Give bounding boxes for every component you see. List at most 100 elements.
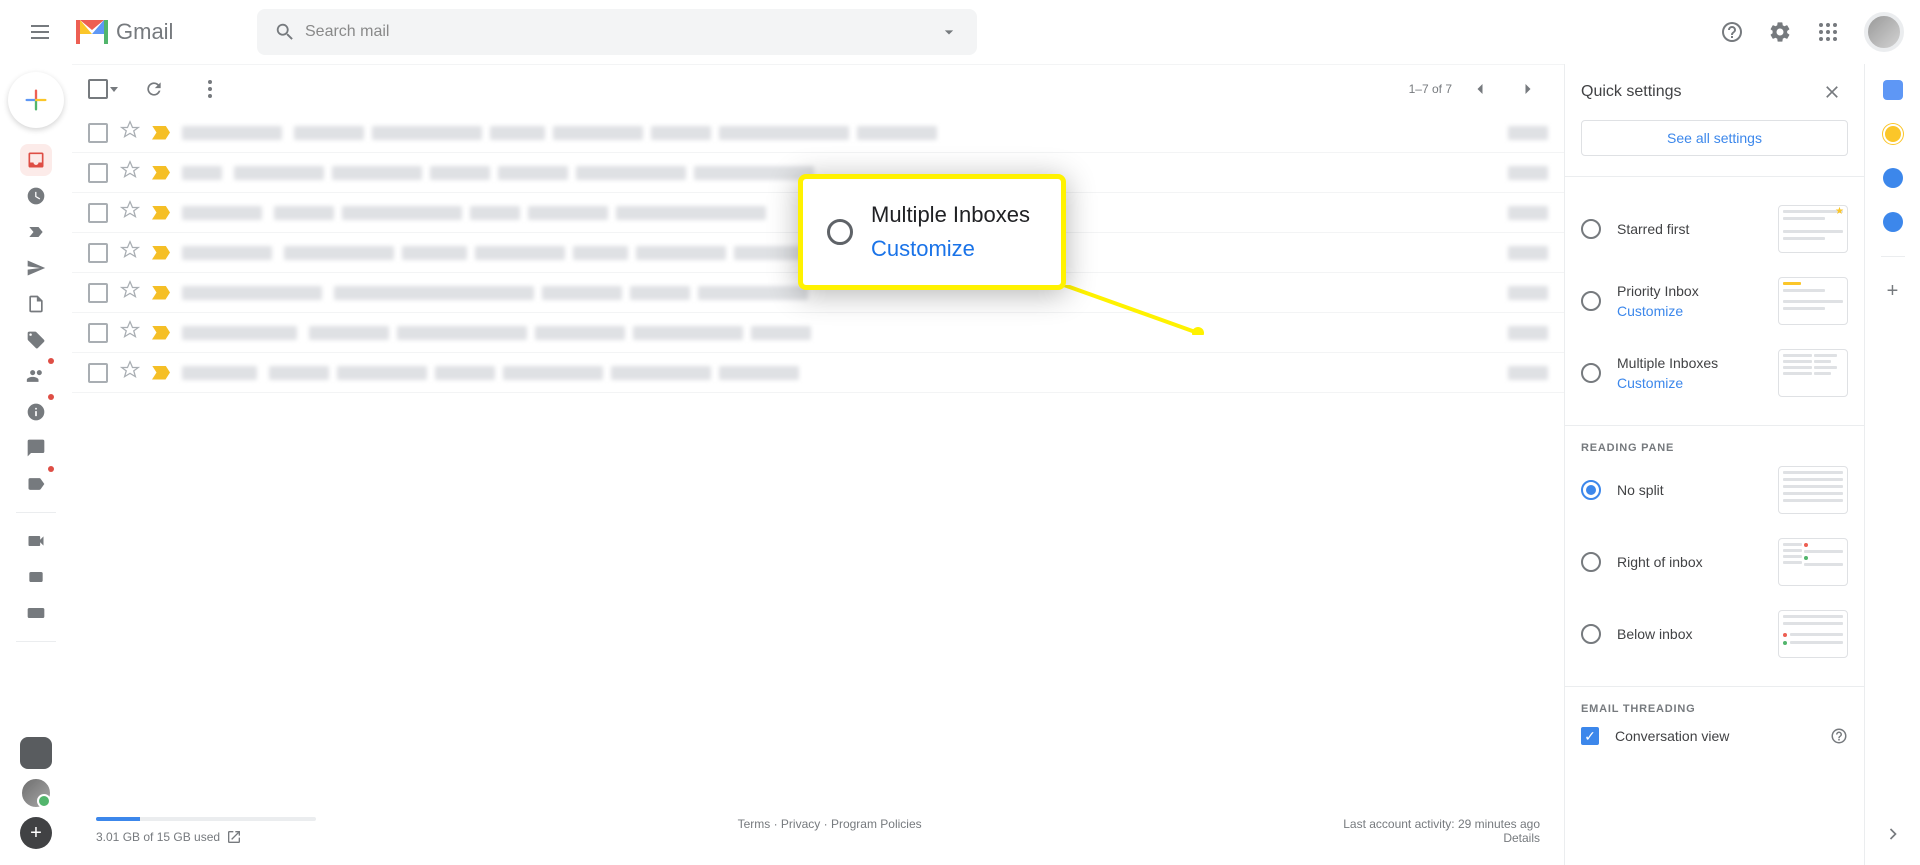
contacts-icon[interactable] bbox=[1883, 212, 1903, 232]
mail-toolbar: 1–7 of 7 bbox=[72, 65, 1564, 113]
customize-link[interactable]: Customize bbox=[1617, 303, 1762, 319]
star-icon[interactable] bbox=[120, 320, 140, 345]
see-all-settings-button[interactable]: See all settings bbox=[1581, 120, 1848, 156]
search-options-icon[interactable] bbox=[929, 22, 969, 42]
storage-text: 3.01 GB of 15 GB used bbox=[96, 830, 220, 844]
account-avatar[interactable] bbox=[1864, 12, 1904, 52]
customize-link[interactable]: Customize bbox=[1617, 375, 1762, 391]
star-icon[interactable] bbox=[120, 360, 140, 385]
star-icon[interactable] bbox=[120, 240, 140, 265]
row-checkbox[interactable] bbox=[88, 323, 108, 343]
categories-nav-icon[interactable] bbox=[20, 324, 52, 356]
support-icon[interactable] bbox=[1712, 12, 1752, 52]
radio-icon[interactable] bbox=[1581, 552, 1601, 572]
important-icon[interactable] bbox=[152, 366, 170, 380]
search-icon[interactable] bbox=[265, 12, 305, 52]
radio-icon[interactable] bbox=[1581, 624, 1601, 644]
show-side-panel-icon[interactable] bbox=[1883, 824, 1903, 849]
policies-link[interactable]: Program Policies bbox=[831, 817, 922, 831]
main-menu-button[interactable] bbox=[16, 8, 64, 56]
select-all-checkbox[interactable] bbox=[88, 79, 108, 99]
info-nav-icon[interactable] bbox=[20, 396, 52, 428]
label-nav-icon[interactable] bbox=[20, 468, 52, 500]
starred-first-option[interactable]: Starred first bbox=[1581, 193, 1848, 265]
keep-icon[interactable] bbox=[1883, 124, 1903, 144]
gmail-logo[interactable]: Gmail bbox=[76, 12, 185, 52]
email-row[interactable] bbox=[72, 313, 1564, 353]
footer: 3.01 GB of 15 GB used Terms · Privacy · … bbox=[72, 717, 1564, 865]
storage-bar bbox=[96, 817, 316, 821]
email-threading-heading: EMAIL THREADING bbox=[1581, 703, 1848, 715]
new-chat-button[interactable]: + bbox=[20, 817, 52, 849]
important-icon[interactable] bbox=[152, 326, 170, 340]
row-checkbox[interactable] bbox=[88, 163, 108, 183]
search-input[interactable] bbox=[305, 23, 929, 41]
row-checkbox[interactable] bbox=[88, 203, 108, 223]
important-icon[interactable] bbox=[152, 246, 170, 260]
row-checkbox[interactable] bbox=[88, 363, 108, 383]
important-icon[interactable] bbox=[152, 166, 170, 180]
meet-nav-icon[interactable] bbox=[20, 525, 52, 557]
newer-button[interactable] bbox=[1460, 69, 1500, 109]
open-link-icon[interactable] bbox=[226, 829, 242, 845]
rooms-nav-icon[interactable] bbox=[20, 561, 52, 593]
multiple-inboxes-option[interactable]: Multiple Inboxes Customize bbox=[1581, 337, 1848, 409]
refresh-button[interactable] bbox=[134, 69, 174, 109]
details-link[interactable]: Details bbox=[1503, 831, 1540, 845]
apps-icon[interactable] bbox=[1808, 12, 1848, 52]
row-checkbox[interactable] bbox=[88, 123, 108, 143]
important-icon[interactable] bbox=[152, 286, 170, 300]
row-checkbox[interactable] bbox=[88, 283, 108, 303]
chat-nav-icon[interactable] bbox=[20, 432, 52, 464]
radio-icon[interactable] bbox=[1581, 480, 1601, 500]
activity-text: Last account activity: 29 minutes ago bbox=[1343, 817, 1540, 831]
right-rail: + bbox=[1864, 64, 1920, 865]
star-icon[interactable] bbox=[120, 160, 140, 185]
tasks-icon[interactable] bbox=[1883, 168, 1903, 188]
right-of-inbox-option[interactable]: Right of inbox bbox=[1581, 526, 1848, 598]
conversation-view-option[interactable]: ✓ Conversation view bbox=[1581, 715, 1848, 757]
calendar-icon[interactable] bbox=[1883, 80, 1903, 100]
important-nav-icon[interactable] bbox=[20, 216, 52, 248]
select-dropdown-icon[interactable] bbox=[110, 87, 118, 92]
important-icon[interactable] bbox=[152, 206, 170, 220]
snoozed-nav-icon[interactable] bbox=[20, 180, 52, 212]
inbox-nav-icon[interactable] bbox=[20, 144, 52, 176]
checkbox-icon[interactable]: ✓ bbox=[1581, 727, 1599, 745]
no-split-option[interactable]: No split bbox=[1581, 454, 1848, 526]
older-button[interactable] bbox=[1508, 69, 1548, 109]
radio-icon[interactable] bbox=[1581, 219, 1601, 239]
privacy-link[interactable]: Privacy bbox=[781, 817, 820, 831]
row-checkbox[interactable] bbox=[88, 243, 108, 263]
keyboard-nav-icon[interactable] bbox=[20, 597, 52, 629]
email-row[interactable] bbox=[72, 113, 1564, 153]
more-button[interactable] bbox=[190, 69, 230, 109]
hangouts-icon[interactable] bbox=[20, 737, 52, 769]
star-icon[interactable] bbox=[120, 200, 140, 225]
drafts-nav-icon[interactable] bbox=[20, 288, 52, 320]
addons-icon[interactable]: + bbox=[1883, 281, 1903, 301]
sent-nav-icon[interactable] bbox=[20, 252, 52, 284]
important-icon[interactable] bbox=[152, 126, 170, 140]
terms-link[interactable]: Terms bbox=[738, 817, 771, 831]
radio-icon[interactable] bbox=[1581, 363, 1601, 383]
radio-icon[interactable] bbox=[1581, 291, 1601, 311]
star-icon[interactable] bbox=[120, 120, 140, 145]
thumbnail bbox=[1778, 538, 1848, 586]
status-avatar[interactable] bbox=[20, 777, 52, 809]
help-icon[interactable] bbox=[1830, 727, 1848, 745]
thumbnail bbox=[1778, 466, 1848, 514]
callout-title: Multiple Inboxes bbox=[871, 202, 1030, 228]
email-row[interactable] bbox=[72, 353, 1564, 393]
below-inbox-option[interactable]: Below inbox bbox=[1581, 598, 1848, 670]
priority-inbox-option[interactable]: Priority Inbox Customize bbox=[1581, 265, 1848, 337]
annotation-arrow bbox=[1064, 285, 1204, 335]
settings-icon[interactable] bbox=[1760, 12, 1800, 52]
option-label: Right of inbox bbox=[1617, 554, 1762, 570]
option-label: Below inbox bbox=[1617, 626, 1762, 642]
contacts-nav-icon[interactable] bbox=[20, 360, 52, 392]
close-icon[interactable] bbox=[1816, 76, 1848, 108]
option-label: No split bbox=[1617, 482, 1762, 498]
compose-button[interactable] bbox=[8, 72, 64, 128]
star-icon[interactable] bbox=[120, 280, 140, 305]
